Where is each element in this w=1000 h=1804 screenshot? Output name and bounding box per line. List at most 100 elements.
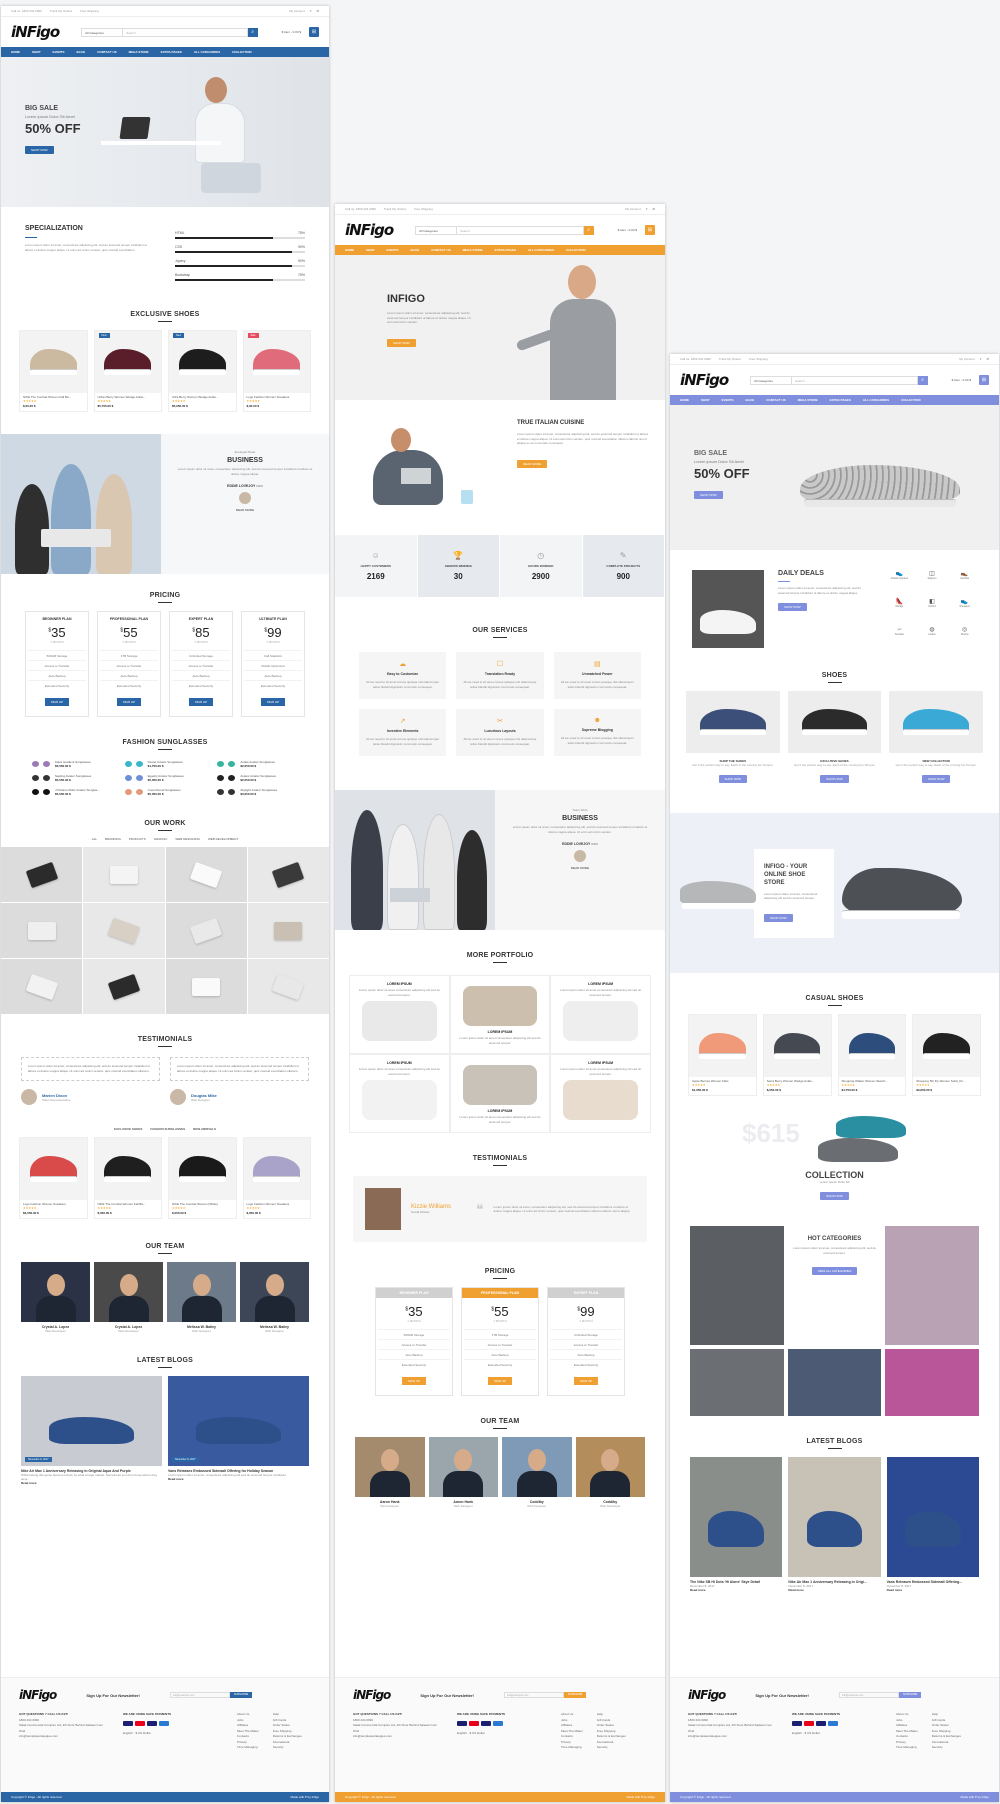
nav-contact[interactable]: CONTACT US <box>97 50 116 54</box>
nav-item[interactable]: MEGA STORE <box>798 398 818 402</box>
nav-item[interactable]: HOME <box>345 248 354 252</box>
work-filter-tab[interactable]: PRODUCTS <box>129 837 146 841</box>
service-card[interactable]: ▤ Unmatched Power All we need to sit amet … <box>553 652 641 699</box>
work-item[interactable] <box>1 847 83 902</box>
footer-link[interactable]: Security <box>932 1745 961 1751</box>
cart-icon[interactable]: ⊞ <box>645 225 655 235</box>
team-member[interactable]: Melissa W. Bailey Web Designer <box>167 1262 236 1333</box>
footer-logo[interactable]: iNFigo <box>19 1688 57 1702</box>
nav-item[interactable]: EVENTS <box>722 398 734 402</box>
cart-summary[interactable]: $ Item - 0.00 $ <box>952 378 971 382</box>
product-card[interactable]: NIKE The Combat Women Fall Ba... ★★★★★ $,0… <box>19 330 88 412</box>
sunglasses-item[interactable]: Skylight Aviator Sunglasses $3,050.00 $ <box>216 788 299 796</box>
search-category-select[interactable]: All Categories <box>415 225 458 235</box>
work-item[interactable] <box>83 959 165 1014</box>
work-item[interactable] <box>247 903 329 958</box>
account-link[interactable]: My Account <box>625 207 641 211</box>
deal-category[interactable]: ◍ Ladies <box>920 626 945 648</box>
footer-link[interactable]: Security <box>597 1745 626 1751</box>
nav-home[interactable]: HOME <box>11 50 20 54</box>
blog-post[interactable]: The Nike SB Hi Dots 'Hi Alone' Skye Deta… <box>690 1457 783 1592</box>
newsletter-input[interactable]: info@example.com <box>503 1692 564 1698</box>
nav-item[interactable]: HOME <box>680 398 689 402</box>
search-category-select[interactable]: All Categories <box>81 27 124 37</box>
nav-shop[interactable]: SHOP <box>32 50 41 54</box>
shoe-category-card[interactable]: NEW COLLECTION Get it the perfect way to … <box>889 691 984 785</box>
plan-signup-button[interactable]: SIGN UP <box>401 1377 427 1385</box>
blog-read-more[interactable]: Read more <box>21 1481 162 1485</box>
deal-category[interactable]: 👠 Wedge <box>887 598 912 620</box>
footer-link[interactable]: Returns & Exchanges <box>597 1734 626 1740</box>
team-member[interactable]: Crystal A. Lopez Web Developer <box>94 1262 163 1333</box>
footer-email[interactable]: info@templatestrategies.com <box>19 1734 109 1740</box>
heart-icon[interactable]: ♥ <box>646 207 648 211</box>
sunglasses-item[interactable]: Egavity Aviator Sunglasses $5,050.00 $ <box>124 774 207 782</box>
work-filter-tab[interactable]: GRAPHIC <box>154 837 168 841</box>
product-card[interactable]: Apple Berries Women Flats ★★★★★ $1,050.00 … <box>688 1014 757 1096</box>
deals-shop-button[interactable]: SHOP NOW <box>778 603 807 611</box>
blog-read-more[interactable]: Read more <box>168 1477 309 1481</box>
nav-item[interactable]: CONTACT US <box>766 398 785 402</box>
product-card[interactable]: Logo Fashion Women Sneakers ★★★★★ $,050.00… <box>242 1137 311 1219</box>
nav-collection[interactable]: COLLECTION <box>232 50 252 54</box>
logo[interactable]: iNFigo <box>680 371 729 389</box>
nav-item[interactable]: ALL CATEGORIES <box>528 248 554 252</box>
sunglasses-item[interactable]: Aviator Aviator Sunglasses $2,050.00 $ <box>216 774 299 782</box>
product-card[interactable]: Shopping 5th Fly Women Solid_Ch... ★★★★★ $… <box>912 1014 981 1096</box>
cart-icon[interactable]: ⊞ <box>309 27 319 37</box>
work-item[interactable] <box>1 959 83 1014</box>
product-card[interactable]: NIKE The Combat Women (White) ★★★★★ $,050.… <box>168 1137 237 1219</box>
account-link[interactable]: My Account <box>289 9 305 13</box>
compare-icon[interactable]: ⇄ <box>986 357 989 361</box>
service-card[interactable]: ☻ Supreme Blogging All we need to sit amet… <box>553 709 641 756</box>
nav-item[interactable]: CONTACT US <box>431 248 450 252</box>
heart-icon[interactable]: ♥ <box>310 9 312 13</box>
footer-link[interactable]: Returns & Exchanges <box>273 1734 302 1740</box>
nav-item[interactable]: EXTRA PAGES <box>495 248 516 252</box>
nav-extra-pages[interactable]: EXTRA PAGES <box>161 50 182 54</box>
plan-signup-button[interactable]: SIGN UP <box>44 698 70 706</box>
language-select[interactable]: English <box>792 1731 802 1735</box>
blog-post[interactable]: Vans Releases Embossed Sidewall Offering… <box>886 1457 979 1592</box>
footer-link[interactable]: Returns & Exchanges <box>932 1734 961 1740</box>
newsletter-input[interactable]: info@example.com <box>838 1692 899 1698</box>
nav-item[interactable]: EXTRA PAGES <box>830 398 851 402</box>
search-input[interactable]: Search <box>457 225 584 235</box>
track-link[interactable]: Track My Orders <box>50 9 72 13</box>
currency-select[interactable]: $ US Dollar <box>136 1731 151 1735</box>
collection-shop-button[interactable]: SHOP NOW <box>820 1192 849 1200</box>
product-card[interactable]: Sale Logo Fashion Women Sneakers ★★★★★ $,00… <box>242 330 311 412</box>
nav-item[interactable]: COLLECTION <box>901 398 921 402</box>
hero-shop-button[interactable]: SHOP NOW <box>387 338 416 347</box>
team-member[interactable]: Coddiby Web Designer <box>502 1437 572 1508</box>
cart-summary[interactable]: $ Item - 0.00 $ <box>282 30 301 34</box>
hot-view-all-button[interactable]: VIEW ALL CATEGORIES <box>811 1267 858 1275</box>
product-card[interactable]: NIKE The Combat Women Fall Ba... ★★★★★ $,0… <box>93 1137 162 1219</box>
footer-link[interactable]: Time Managing <box>896 1745 918 1751</box>
blog-post[interactable]: November 8, 2017 Vans Releases Embossed S… <box>168 1376 309 1485</box>
work-filter-tab[interactable]: WEB DEVELOPMENT <box>208 837 238 841</box>
work-item[interactable] <box>165 903 247 958</box>
blog-read-more[interactable]: Read more <box>690 1588 782 1592</box>
nav-blog[interactable]: BLOG <box>77 50 86 54</box>
newsletter-input[interactable]: info@example.com <box>169 1692 230 1698</box>
currency-select[interactable]: $ US Dollar <box>470 1731 485 1735</box>
deal-category[interactable]: 👞 Sandals <box>952 570 977 592</box>
compare-icon[interactable]: ⇄ <box>316 9 319 13</box>
footer-email[interactable]: info@templatestrategies.com <box>353 1734 443 1740</box>
shoe-category-card[interactable]: SHOP THE SHOES Get it the perfect way to … <box>686 691 780 785</box>
sunglasses-item[interactable]: Crew Round Sunglasses $5,050.00 $ <box>124 788 207 796</box>
work-filter-tab[interactable]: WEB DESIGNING <box>175 837 200 841</box>
footer-link[interactable]: Time Managing <box>561 1745 583 1751</box>
service-card[interactable]: ✂ Luxurious Layouts All we need to sit ame… <box>456 709 544 756</box>
work-filter-tab[interactable]: ALL <box>92 837 97 841</box>
portfolio-item[interactable]: LOREM IPSUM Lorem ipsum dolor sit amet co… <box>349 1054 450 1133</box>
portfolio-item[interactable]: LOREM IPSUM Lorem ipsum dolor sit amet co… <box>550 1054 651 1133</box>
work-item[interactable] <box>83 847 165 902</box>
cart-summary[interactable]: $ Item - 0.00 $ <box>618 228 637 232</box>
work-item[interactable] <box>247 959 329 1014</box>
service-card[interactable]: ↗ Inventive Elements All we need to sit am… <box>359 709 447 756</box>
product-card[interactable]: New Ultra Berry Women Wedge Ankle... ★★★★★… <box>168 330 237 412</box>
nav-item[interactable]: BLOG <box>411 248 420 252</box>
search-icon[interactable]: ⌕ <box>917 375 928 385</box>
